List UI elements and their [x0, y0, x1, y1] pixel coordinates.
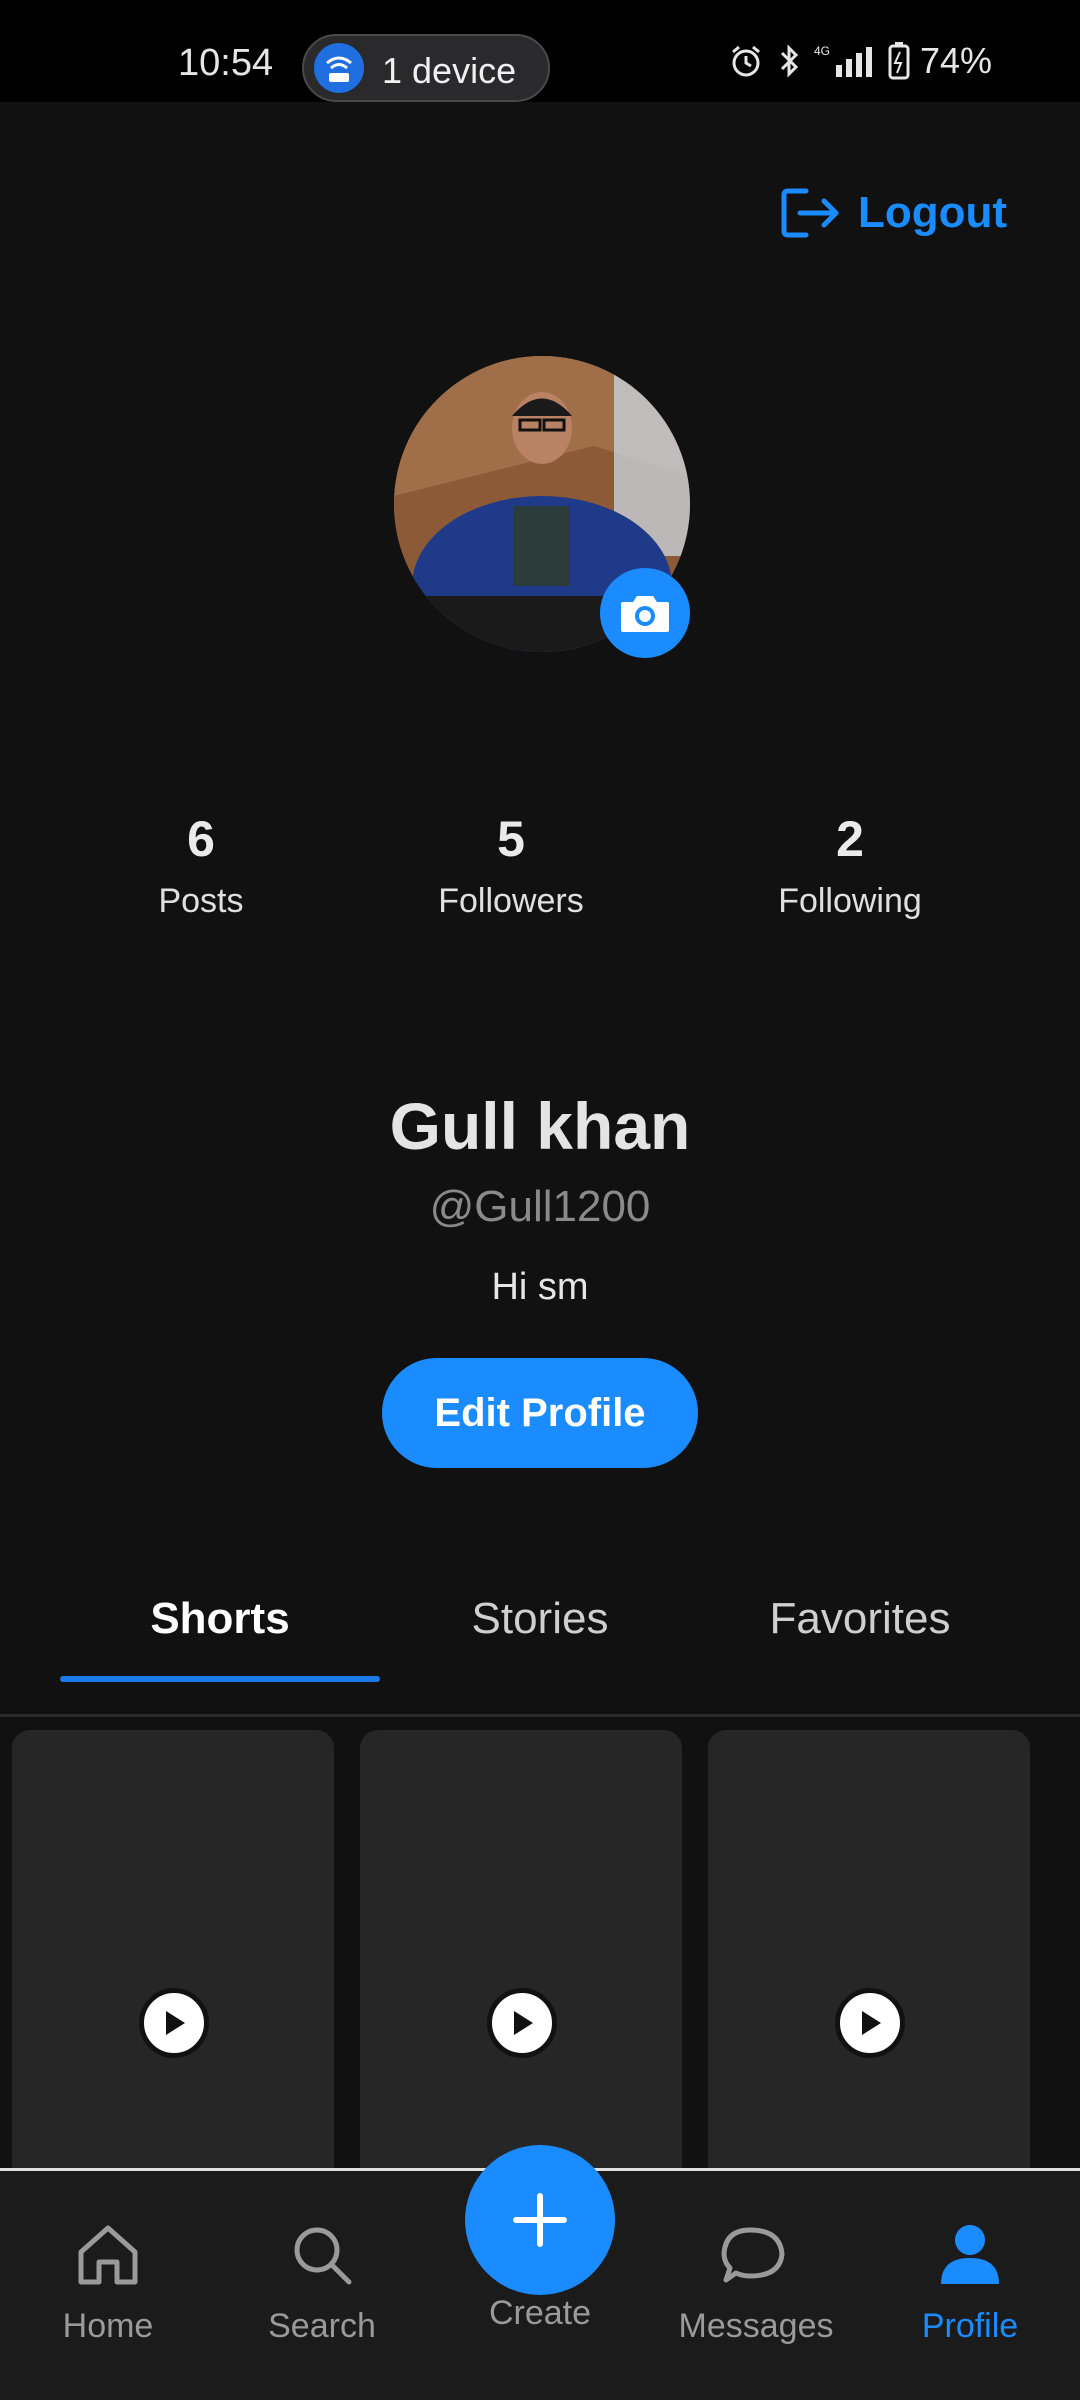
- short-card[interactable]: [12, 1730, 334, 2170]
- short-card[interactable]: [708, 1730, 1030, 2170]
- profile-bio: Hi sm: [491, 1266, 589, 1308]
- logout-label: Logout: [858, 188, 1008, 237]
- nav-search[interactable]: Search: [232, 2215, 412, 2346]
- nav-messages[interactable]: Messages: [666, 2215, 846, 2346]
- tab-favorites[interactable]: Favorites: [700, 1594, 1020, 1644]
- tab-shorts[interactable]: Shorts: [60, 1594, 380, 1644]
- play-icon[interactable]: [835, 1988, 905, 2058]
- short-card[interactable]: [360, 1730, 682, 2170]
- stat-followers-label: Followers: [438, 882, 584, 920]
- stat-following-value: 2: [836, 811, 864, 867]
- stat-posts-label: Posts: [158, 882, 244, 920]
- logout-button[interactable]: Logout: [780, 180, 1010, 246]
- nav-profile[interactable]: Profile: [880, 2215, 1060, 2346]
- stat-posts-value: 6: [187, 811, 215, 867]
- nav-messages-label: Messages: [678, 2307, 834, 2345]
- hotspot-pill[interactable]: 1 device: [302, 34, 550, 102]
- profile-icon: [941, 2225, 999, 2284]
- nav-create-label: Create: [488, 2294, 592, 2332]
- signal-icon: 4G: [814, 44, 872, 77]
- play-icon[interactable]: [487, 1988, 557, 2058]
- active-tab-indicator: [60, 1676, 380, 1682]
- tabs-divider: [0, 1714, 1080, 1717]
- search-icon: [294, 2227, 352, 2285]
- change-photo-button[interactable]: [600, 568, 690, 658]
- camera-icon: [621, 596, 669, 632]
- stat-followers[interactable]: 5 Followers: [381, 810, 641, 921]
- nav-profile-label: Profile: [921, 2307, 1019, 2345]
- battery-percent: 74%: [919, 40, 992, 81]
- profile-handle: @Gull1200: [429, 1182, 651, 1231]
- nav-search-label: Search: [268, 2307, 376, 2345]
- battery-icon: [888, 42, 910, 80]
- network-type: 4G: [814, 44, 830, 58]
- stat-following[interactable]: 2 Following: [720, 810, 980, 921]
- hotspot-label: 1 device: [382, 50, 517, 91]
- bluetooth-icon: [780, 44, 799, 78]
- stat-posts[interactable]: 6 Posts: [71, 810, 331, 921]
- stat-followers-value: 5: [497, 811, 525, 867]
- hotspot-icon: [314, 43, 364, 93]
- home-icon: [78, 2225, 138, 2285]
- plus-icon: [513, 2193, 567, 2247]
- tab-stories[interactable]: Stories: [380, 1594, 700, 1644]
- nav-home[interactable]: Home: [18, 2215, 198, 2346]
- nav-home-label: Home: [62, 2307, 154, 2345]
- stat-following-label: Following: [778, 882, 922, 920]
- edit-profile-button[interactable]: Edit Profile: [382, 1358, 698, 1468]
- profile-name: Gull khan: [389, 1089, 691, 1163]
- status-time: 10:54: [178, 42, 274, 84]
- status-icons: 4G 74%: [728, 40, 992, 82]
- status-bar: 10:54 1 device 4G 74%: [0, 0, 1080, 102]
- play-icon[interactable]: [139, 1988, 209, 2058]
- alarm-icon: [731, 45, 760, 77]
- create-button[interactable]: [465, 2145, 615, 2295]
- messages-icon: [721, 2227, 785, 2283]
- logout-icon: [781, 188, 839, 238]
